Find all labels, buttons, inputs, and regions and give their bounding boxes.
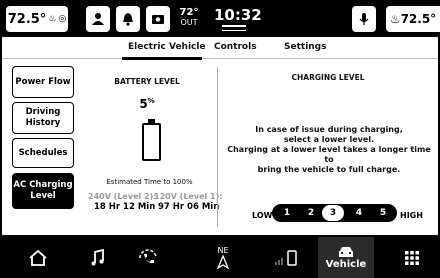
charging-level-option[interactable]: 4 <box>352 208 366 218</box>
outside-temp-value: 72° <box>179 7 199 18</box>
home-icon <box>29 249 47 266</box>
charging-level-option-selected[interactable]: 3 <box>322 205 344 221</box>
apps-icon <box>405 250 419 265</box>
notifications-button[interactable] <box>116 6 140 32</box>
nav-phone-device[interactable] <box>266 237 306 278</box>
tab-controls[interactable]: Controls <box>214 42 257 52</box>
battery-percent: 5% <box>82 97 212 111</box>
music-icon <box>91 248 104 265</box>
nav-home[interactable] <box>20 237 56 278</box>
charging-message-line: In case of issue during charging, <box>255 125 403 134</box>
clock: 10:32 <box>214 6 262 24</box>
battery-level-title: BATTERY LEVEL <box>114 77 180 86</box>
camera-button[interactable] <box>146 6 170 32</box>
sidebar-item-driving-history[interactable]: Driving History <box>12 102 74 134</box>
nav-vehicle[interactable]: Vehicle <box>318 237 374 278</box>
seat-heat-icon: ♨ <box>48 14 57 24</box>
vehicle-icon <box>339 247 353 257</box>
low-label: LOW <box>252 211 273 220</box>
mic-icon <box>359 13 369 25</box>
steering-heat-icon: ◎ <box>58 14 67 24</box>
tab-settings[interactable]: Settings <box>284 42 326 52</box>
charging-level-option[interactable]: 1 <box>280 208 294 218</box>
signal-icon <box>275 249 297 266</box>
driver-climate-button[interactable]: 72.5° ♨ ◎ <box>6 6 68 32</box>
battery-percent-value: 5 <box>139 97 148 111</box>
battery-icon <box>142 123 161 161</box>
main-panel: Electric Vehicle Controls Settings Power… <box>2 37 438 235</box>
charging-level-option[interactable]: 5 <box>376 208 390 218</box>
level1-time: 97 Hr 06 Min <box>158 202 220 212</box>
voice-button[interactable] <box>352 6 376 32</box>
battery-percent-unit: % <box>147 97 155 105</box>
sidebar-item-power-flow[interactable]: Power Flow <box>12 66 74 98</box>
nav-apps[interactable] <box>394 237 430 278</box>
sidebar-item-schedules[interactable]: Schedules <box>12 138 74 168</box>
bell-icon <box>123 13 133 26</box>
high-label: HIGH <box>400 211 423 220</box>
phone-icon <box>139 248 157 263</box>
person-button[interactable] <box>86 6 110 32</box>
tab-bar: Electric Vehicle Controls Settings <box>2 37 438 60</box>
charging-message-line: select a lower level. <box>283 135 375 144</box>
compass-heading: NE <box>217 246 229 255</box>
camera-icon <box>152 15 164 24</box>
drawer-handle[interactable] <box>222 25 246 34</box>
sidebar-item-ac-charging-level[interactable]: AC Charging Level <box>12 173 74 209</box>
bottom-nav: NE Vehicle <box>0 237 440 278</box>
nav-vehicle-label: Vehicle <box>325 259 367 270</box>
level1-label: 120V (Level 1): <box>154 192 223 201</box>
driver-temp: 72.5° <box>7 11 47 27</box>
active-tab-indicator <box>122 57 202 60</box>
estimated-time-label: Estimated Time to 100% <box>106 178 193 186</box>
nav-media[interactable] <box>80 237 116 278</box>
panel-divider <box>217 67 218 227</box>
person-icon <box>92 13 104 25</box>
nav-phone[interactable] <box>128 237 168 278</box>
tab-electric-vehicle[interactable]: Electric Vehicle <box>128 42 206 52</box>
outside-temp: 72° OUT <box>176 8 202 28</box>
nav-navigation[interactable]: NE <box>208 237 238 278</box>
passenger-temp: 72.5° <box>400 12 437 26</box>
level2-time: 18 Hr 12 Min <box>94 202 156 212</box>
seat-heat-icon: ♨ <box>389 12 401 26</box>
charging-message-line: Charging at a lower level takes a longer… <box>227 145 431 164</box>
level2-label: 240V (Level 2): <box>88 192 157 201</box>
outside-temp-label: OUT <box>180 18 198 27</box>
status-bar: 72.5° ♨ ◎ 72° OUT 10:32 ♨ 72.5° <box>0 0 440 37</box>
compass-icon <box>217 255 229 269</box>
passenger-climate-button[interactable]: ♨ 72.5° <box>386 6 440 32</box>
charging-message: In case of issue during charging, select… <box>224 125 434 175</box>
charging-level-title: CHARGING LEVEL <box>291 73 365 82</box>
charging-level-option[interactable]: 2 <box>304 208 318 218</box>
charging-message-line: bring the vehicle to full charge. <box>257 165 401 174</box>
